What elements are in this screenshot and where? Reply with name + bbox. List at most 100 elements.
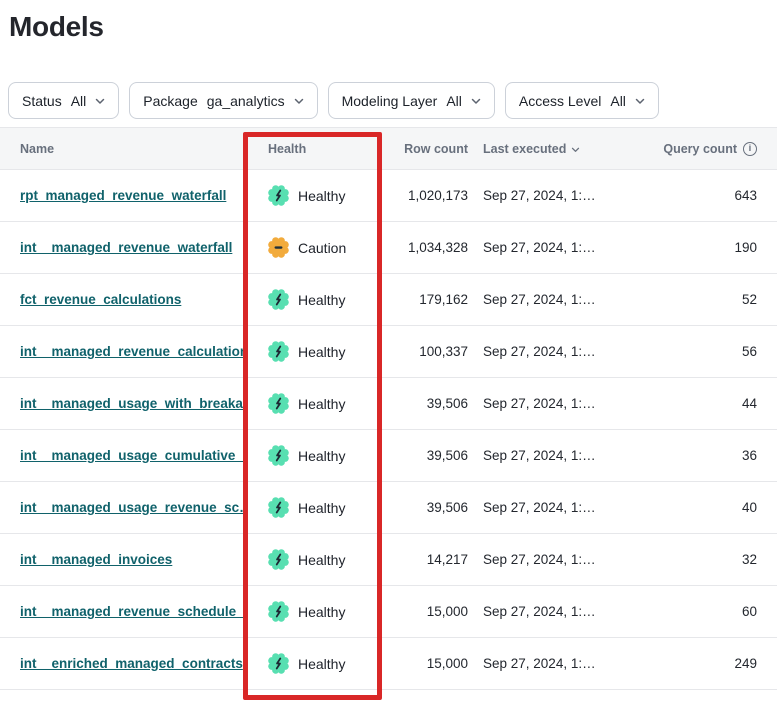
row-count-cell: 39,506 xyxy=(378,448,468,463)
table-row: rpt_managed_revenue_waterfall Healthy 1,… xyxy=(0,170,777,222)
model-link[interactable]: int__managed_usage_revenue_sc… xyxy=(20,500,245,515)
health-cell: Healthy xyxy=(245,445,378,466)
last-executed-cell: Sep 27, 2024, 1:… xyxy=(468,240,647,255)
table-row: int__managed_revenue_waterfall Caution 1… xyxy=(0,222,777,274)
status-filter-label: Status xyxy=(22,93,62,109)
table-row: int__managed_invoices Healthy 14,217 Sep… xyxy=(0,534,777,586)
model-link[interactable]: int__managed_invoices xyxy=(20,552,172,567)
health-cell: Healthy xyxy=(245,549,378,570)
health-label: Healthy xyxy=(298,292,345,308)
column-header-row-count: Row count xyxy=(378,142,468,156)
query-count-cell: 32 xyxy=(647,552,777,567)
page-title: Models xyxy=(9,8,777,46)
health-label: Healthy xyxy=(298,188,345,204)
model-link[interactable]: int__managed_usage_with_breaka… xyxy=(20,396,245,411)
health-cell: Healthy xyxy=(245,185,378,206)
health-label: Healthy xyxy=(298,344,345,360)
filter-bar: Status All Package ga_analytics Modeling… xyxy=(8,82,777,119)
health-label: Healthy xyxy=(298,396,345,412)
health-label: Healthy xyxy=(298,604,345,620)
last-executed-cell: Sep 27, 2024, 1:… xyxy=(468,396,647,411)
sort-chevron-down-icon xyxy=(571,147,580,153)
last-executed-cell: Sep 27, 2024, 1:… xyxy=(468,188,647,203)
table-row: int__managed_usage_cumulative_… Healthy … xyxy=(0,430,777,482)
health-cell: Caution xyxy=(245,237,378,258)
table-row: int__managed_revenue_calculations Health… xyxy=(0,326,777,378)
health-cell: Healthy xyxy=(245,393,378,414)
name-cell: int__managed_revenue_schedule_… xyxy=(0,604,245,619)
health-status-icon xyxy=(268,341,289,362)
row-count-cell: 39,506 xyxy=(378,396,468,411)
table-header-row: Name Health Row count Last executed Quer… xyxy=(0,127,777,170)
column-header-last-executed[interactable]: Last executed xyxy=(468,142,647,156)
package-filter-value: ga_analytics xyxy=(207,93,285,109)
last-executed-cell: Sep 27, 2024, 1:… xyxy=(468,500,647,515)
name-cell: rpt_managed_revenue_waterfall xyxy=(0,188,245,203)
health-label: Healthy xyxy=(298,656,345,672)
health-cell: Healthy xyxy=(245,601,378,622)
health-status-icon xyxy=(268,237,289,258)
table-row: int__managed_usage_revenue_sc… Healthy 3… xyxy=(0,482,777,534)
name-cell: int__managed_usage_revenue_sc… xyxy=(0,500,245,515)
package-filter[interactable]: Package ga_analytics xyxy=(129,82,317,119)
query-count-cell: 190 xyxy=(647,240,777,255)
health-status-icon xyxy=(268,393,289,414)
model-link[interactable]: int__managed_revenue_calculations xyxy=(20,344,245,359)
model-link[interactable]: int__managed_revenue_waterfall xyxy=(20,240,232,255)
info-icon[interactable]: i xyxy=(743,142,757,156)
health-label: Healthy xyxy=(298,500,345,516)
access-level-filter-value: All xyxy=(610,93,626,109)
query-count-cell: 249 xyxy=(647,656,777,671)
name-cell: int__managed_usage_cumulative_… xyxy=(0,448,245,463)
health-status-icon xyxy=(268,601,289,622)
query-count-cell: 40 xyxy=(647,500,777,515)
row-count-cell: 1,034,328 xyxy=(378,240,468,255)
health-status-icon xyxy=(268,289,289,310)
row-count-cell: 15,000 xyxy=(378,656,468,671)
table-row: int__enriched_managed_contracts Healthy … xyxy=(0,638,777,690)
last-executed-cell: Sep 27, 2024, 1:… xyxy=(468,448,647,463)
name-cell: int__managed_usage_with_breaka… xyxy=(0,396,245,411)
model-link[interactable]: rpt_managed_revenue_waterfall xyxy=(20,188,226,203)
modeling-layer-filter-value: All xyxy=(446,93,462,109)
query-count-cell: 36 xyxy=(647,448,777,463)
health-status-icon xyxy=(268,653,289,674)
table-row: int__managed_revenue_schedule_… Healthy … xyxy=(0,586,777,638)
name-cell: fct_revenue_calculations xyxy=(0,292,245,307)
query-count-cell: 52 xyxy=(647,292,777,307)
last-executed-cell: Sep 27, 2024, 1:… xyxy=(468,552,647,567)
health-cell: Healthy xyxy=(245,497,378,518)
model-link[interactable]: fct_revenue_calculations xyxy=(20,292,181,307)
access-level-filter-label: Access Level xyxy=(519,93,601,109)
health-label: Healthy xyxy=(298,448,345,464)
table-row: fct_revenue_calculations Healthy 179,162… xyxy=(0,274,777,326)
modeling-layer-filter[interactable]: Modeling Layer All xyxy=(328,82,495,119)
package-filter-label: Package xyxy=(143,93,197,109)
health-status-icon xyxy=(268,497,289,518)
column-header-name: Name xyxy=(0,142,245,156)
query-count-label: Query count xyxy=(663,142,737,156)
health-cell: Healthy xyxy=(245,341,378,362)
health-status-icon xyxy=(268,549,289,570)
status-filter[interactable]: Status All xyxy=(8,82,119,119)
name-cell: int__managed_revenue_waterfall xyxy=(0,240,245,255)
last-executed-cell: Sep 27, 2024, 1:… xyxy=(468,656,647,671)
model-link[interactable]: int__managed_usage_cumulative_… xyxy=(20,448,245,463)
chevron-down-icon xyxy=(294,98,304,105)
health-label: Healthy xyxy=(298,552,345,568)
row-count-cell: 14,217 xyxy=(378,552,468,567)
query-count-cell: 44 xyxy=(647,396,777,411)
row-count-cell: 1,020,173 xyxy=(378,188,468,203)
table-body: rpt_managed_revenue_waterfall Healthy 1,… xyxy=(0,170,777,690)
query-count-cell: 643 xyxy=(647,188,777,203)
model-link[interactable]: int__enriched_managed_contracts xyxy=(20,656,243,671)
access-level-filter[interactable]: Access Level All xyxy=(505,82,659,119)
last-executed-cell: Sep 27, 2024, 1:… xyxy=(468,604,647,619)
row-count-cell: 100,337 xyxy=(378,344,468,359)
status-filter-value: All xyxy=(71,93,87,109)
model-link[interactable]: int__managed_revenue_schedule_… xyxy=(20,604,245,619)
table-row: int__managed_usage_with_breaka… Healthy … xyxy=(0,378,777,430)
modeling-layer-filter-label: Modeling Layer xyxy=(342,93,438,109)
health-cell: Healthy xyxy=(245,653,378,674)
query-count-cell: 60 xyxy=(647,604,777,619)
